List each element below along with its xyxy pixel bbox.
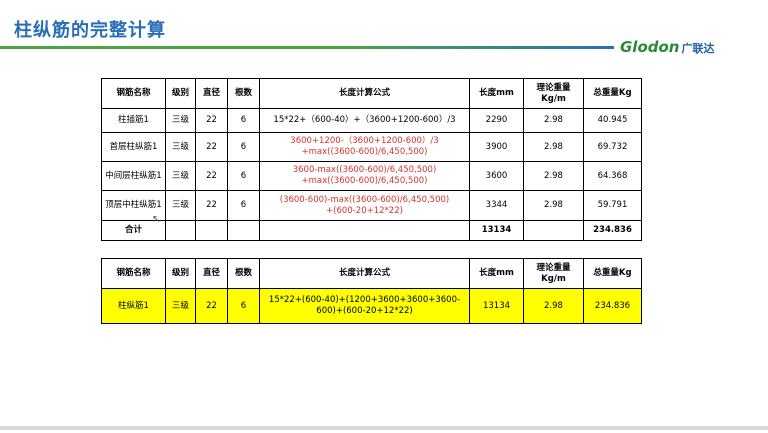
rebar-name-cell: 首层柱纵筋1 (101, 132, 166, 162)
grade-cell: 三级 (165, 132, 196, 162)
formula-cell: 15*22+(600-40)+(1200+3600+3600+3600- 600… (259, 288, 470, 324)
unit-weight-cell: 2.98 (523, 161, 584, 191)
length-cell: 2290 (469, 108, 524, 133)
table-row: 首层柱纵筋1 三级 22 6 3600+1200-（3600+1200-600）… (101, 132, 642, 162)
formula-line: 15*22+(600-40)+(1200+3600+3600+3600- (268, 295, 461, 305)
header-cell: 级别 (165, 258, 196, 289)
header-cell: 钢筋名称 (101, 78, 166, 109)
length-cell: 3900 (469, 132, 524, 162)
formula-line: 3600+1200-（3600+1200-600）/3 (290, 136, 439, 146)
empty-cell (259, 220, 470, 241)
total-weight-cell: 40.945 (583, 108, 642, 133)
grade-cell: 三级 (165, 108, 196, 133)
total-weight-cell: 69.732 (583, 132, 642, 162)
total-row: 合计 13134 234.836 (101, 220, 642, 241)
table-row: 柱插筋1 三级 22 6 15*22+（600-40）+（3600+1200-6… (101, 108, 642, 133)
logo-text-en: Glodon (620, 38, 680, 56)
header-divider (0, 46, 614, 49)
unit-weight-cell: 2.98 (523, 190, 584, 221)
header-cell: 级别 (165, 78, 196, 109)
formula-line: 3600-max((3600-600)/6,450,500) (292, 165, 437, 175)
header-cell: 理论重量Kg/m (523, 258, 584, 289)
unit-weight-cell: 2.98 (523, 108, 584, 133)
total-weight-cell: 64.368 (583, 161, 642, 191)
count-cell: 6 (227, 132, 260, 162)
count-cell: 6 (227, 161, 260, 191)
diameter-cell: 22 (195, 108, 228, 133)
header-cell: 长度计算公式 (259, 258, 470, 289)
formula-line: +max((3600-600)/6,450,500) (301, 147, 428, 157)
unit-weight-cell: 2.98 (523, 132, 584, 162)
table-header-row: 钢筋名称 级别 直径 根数 长度计算公式 长度mm 理论重量Kg/m 总重量Kg (101, 78, 642, 109)
formula-cell: (3600-600)-max((3600-600)/6,450,500) +(6… (259, 190, 470, 221)
diameter-cell: 22 (195, 132, 228, 162)
table-header-row: 钢筋名称 级别 直径 根数 长度计算公式 长度mm 理论重量Kg/m 总重量Kg (101, 258, 642, 289)
total-weight-sum-cell: 234.836 (583, 220, 642, 241)
rebar-detail-table: 钢筋名称 级别 直径 根数 长度计算公式 长度mm 理论重量Kg/m 总重量Kg… (101, 78, 642, 241)
grade-cell: 三级 (165, 288, 196, 324)
header-cell: 长度mm (469, 258, 524, 289)
table-row: 中间层柱纵筋1 三级 22 6 3600-max((3600-600)/6,45… (101, 161, 642, 191)
header-cell: 总重量Kg (583, 78, 642, 109)
grade-cell: 三级 (165, 190, 196, 221)
formula-line: 15*22+（600-40）+（3600+1200-600）/3 (273, 115, 456, 125)
page-title: 柱纵筋的完整计算 (14, 20, 166, 41)
header-cell: 直径 (195, 78, 228, 109)
glodon-logo: Glodon 广联达 (620, 38, 714, 56)
formula-line: 600)+(600-20+12*22) (316, 306, 413, 316)
header-cell: 总重量Kg (583, 258, 642, 289)
diameter-cell: 22 (195, 161, 228, 191)
count-cell: 6 (227, 108, 260, 133)
unit-weight-cell: 2.98 (523, 288, 584, 324)
header-cell: 长度mm (469, 78, 524, 109)
logo-text-cn: 广联达 (681, 42, 715, 55)
count-cell: 6 (227, 190, 260, 221)
empty-cell (165, 220, 196, 241)
total-weight-cell: 59.791 (583, 190, 642, 221)
header-cell: 直径 (195, 258, 228, 289)
length-cell: 13134 (469, 288, 524, 324)
total-length-cell: 13134 (469, 220, 524, 241)
diameter-cell: 22 (195, 288, 228, 324)
rebar-name-cell: 柱插筋1 (101, 108, 166, 133)
diameter-cell: 22 (195, 190, 228, 221)
formula-line: (3600-600)-max((3600-600)/6,450,500) (279, 194, 450, 205)
formula-cell: 3600-max((3600-600)/6,450,500) +max((360… (259, 161, 470, 191)
formula-cell: 15*22+（600-40）+（3600+1200-600）/3 (259, 108, 470, 133)
formula-line: +(600-20+12*22) (326, 205, 403, 216)
rebar-summary-table: 钢筋名称 级别 直径 根数 长度计算公式 长度mm 理论重量Kg/m 总重量Kg… (101, 258, 642, 324)
formula-line: +max((3600-600)/6,450,500) (301, 176, 428, 186)
header-cell: 根数 (227, 78, 260, 109)
count-cell: 6 (227, 288, 260, 324)
header-cell: 理论重量Kg/m (523, 78, 584, 109)
footer-divider (0, 426, 768, 430)
empty-cell (523, 220, 584, 241)
formula-cell: 3600+1200-（3600+1200-600）/3 +max((3600-6… (259, 132, 470, 162)
header-cell: 钢筋名称 (101, 258, 166, 289)
empty-cell (195, 220, 228, 241)
length-cell: 3600 (469, 161, 524, 191)
rebar-name-cell: 中间层柱纵筋1 (101, 161, 166, 191)
empty-cell (227, 220, 260, 241)
header-cell: 长度计算公式 (259, 78, 470, 109)
rebar-name-cell: 柱纵筋1 (101, 288, 166, 324)
table-row: 柱纵筋1 三级 22 6 15*22+(600-40)+(1200+3600+3… (101, 288, 642, 324)
mouse-cursor-icon: ↖ (152, 214, 161, 225)
grade-cell: 三级 (165, 161, 196, 191)
header-cell: 根数 (227, 258, 260, 289)
total-weight-cell: 234.836 (583, 288, 642, 324)
length-cell: 3344 (469, 190, 524, 221)
table-row: 顶层中柱纵筋1 三级 22 6 (3600-600)-max((3600-600… (101, 190, 642, 221)
